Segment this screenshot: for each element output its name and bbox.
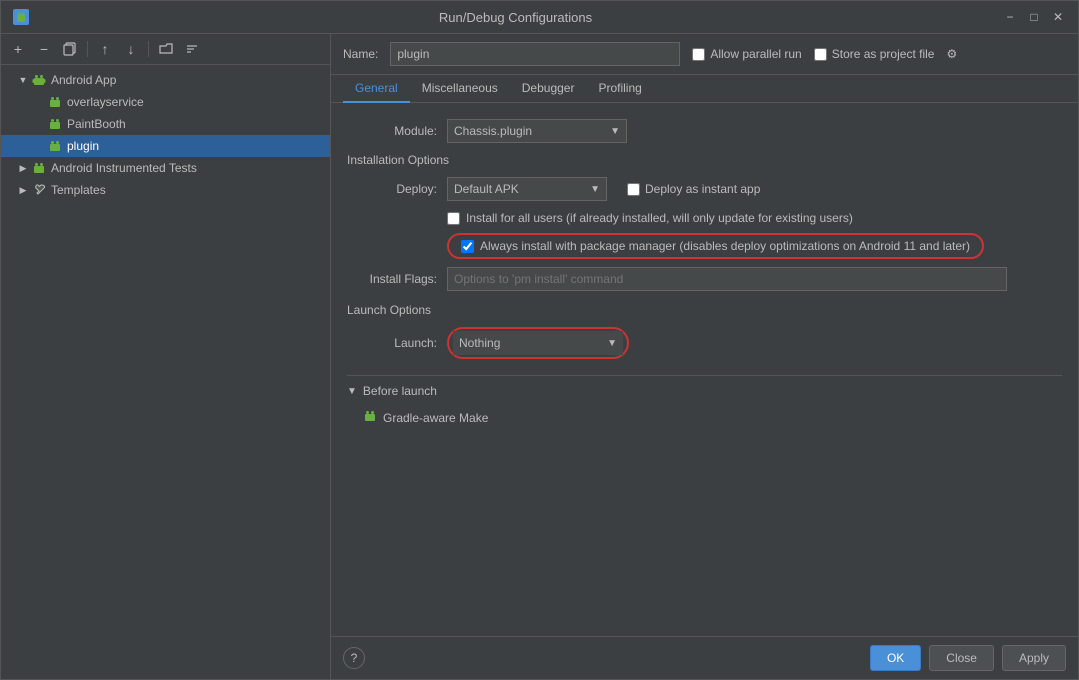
title-bar: Run/Debug Configurations − □ ✕ — [1, 1, 1078, 34]
launch-dropdown[interactable]: Nothing ▼ — [453, 331, 623, 355]
minimize-button[interactable]: − — [1002, 9, 1018, 25]
gradle-aware-make-label: Gradle-aware Make — [383, 411, 488, 425]
before-launch-header[interactable]: ▼ Before launch — [347, 384, 1062, 398]
move-down-button[interactable]: ↓ — [120, 38, 142, 60]
apply-button[interactable]: Apply — [1002, 645, 1066, 671]
launch-options-header: Launch Options — [347, 303, 1062, 317]
android-icon-tests — [31, 160, 47, 176]
remove-config-button[interactable]: − — [33, 38, 55, 60]
gradle-aware-make-item: Gradle-aware Make — [347, 406, 1062, 429]
tab-profiling[interactable]: Profiling — [586, 75, 653, 103]
sort-button[interactable] — [181, 38, 203, 60]
android-icon-plugin — [47, 138, 63, 154]
run-debug-dialog: Run/Debug Configurations − □ ✕ + − ↑ — [0, 0, 1079, 680]
gear-icon[interactable]: ⚙ — [946, 47, 957, 61]
config-area: Module: Chassis.plugin ▼ Installation Op… — [331, 103, 1078, 636]
deploy-dropdown-value: Default APK — [454, 182, 519, 196]
installation-options-header: Installation Options — [347, 153, 1062, 167]
help-button[interactable]: ? — [343, 647, 365, 669]
android-icon-paint — [47, 116, 63, 132]
before-launch-arrow: ▼ — [347, 386, 357, 397]
sidebar-item-android-app-label: Android App — [51, 73, 116, 87]
deploy-dropdown[interactable]: Default APK ▼ — [447, 177, 607, 201]
sidebar-item-android-app[interactable]: ▼ Android App — [1, 69, 330, 91]
expand-arrow-templates: ▶ — [17, 184, 29, 196]
sidebar-toolbar: + − ↑ ↓ — [1, 34, 330, 65]
deploy-instant-label: Deploy as instant app — [627, 182, 760, 196]
install-flags-row: Install Flags: — [347, 267, 1062, 291]
module-dropdown-arrow: ▼ — [610, 126, 620, 137]
sidebar-item-templates[interactable]: ▶ Templates — [1, 179, 330, 201]
sidebar-tree: ▼ Android App ▶ — [1, 65, 330, 679]
launch-label: Launch: — [347, 336, 437, 350]
module-dropdown-value: Chassis.plugin — [454, 124, 532, 138]
android-icon-overlay — [47, 94, 63, 110]
install-all-users-row: Install for all users (if already instal… — [447, 211, 1062, 225]
sidebar-item-paintbooth-label: PaintBooth — [67, 117, 126, 131]
launch-dropdown-value: Nothing — [459, 336, 500, 350]
install-all-users-label: Install for all users (if already instal… — [466, 211, 853, 225]
bottom-bar: ? OK Close Apply — [331, 636, 1078, 679]
maximize-button[interactable]: □ — [1026, 9, 1042, 25]
sidebar-item-overlayservice[interactable]: ▶ overlayservice — [1, 91, 330, 113]
module-dropdown[interactable]: Chassis.plugin ▼ — [447, 119, 627, 143]
tab-general[interactable]: General — [343, 75, 410, 103]
copy-config-button[interactable] — [59, 38, 81, 60]
sidebar-item-paintbooth[interactable]: ▶ PaintBooth — [1, 113, 330, 135]
before-launch-label: Before launch — [363, 384, 437, 398]
sidebar-item-instrumented-tests[interactable]: ▶ Android Instrumented Tests — [1, 157, 330, 179]
install-all-users-checkbox[interactable] — [447, 212, 460, 225]
sidebar-item-overlayservice-label: overlayservice — [67, 95, 144, 109]
folder-button[interactable] — [155, 38, 177, 60]
deploy-dropdown-arrow: ▼ — [590, 184, 600, 195]
always-install-label: Always install with package manager (dis… — [480, 239, 970, 253]
main-content: + − ↑ ↓ — [1, 34, 1078, 679]
name-field-label: Name: — [343, 47, 378, 61]
close-button[interactable]: ✕ — [1050, 9, 1066, 25]
add-config-button[interactable]: + — [7, 38, 29, 60]
expand-arrow-tests: ▶ — [17, 162, 29, 174]
close-dialog-button[interactable]: Close — [929, 645, 994, 671]
launch-row: Launch: Nothing ▼ — [347, 327, 1062, 359]
install-flags-label: Install Flags: — [347, 272, 437, 286]
always-install-checkbox[interactable] — [461, 240, 474, 253]
sidebar-item-plugin-label: plugin — [67, 139, 99, 153]
always-install-row: Always install with package manager (dis… — [447, 233, 984, 259]
gradle-icon — [363, 409, 377, 426]
title-bar-controls: − □ ✕ — [1002, 9, 1066, 25]
install-flags-input[interactable] — [447, 267, 1007, 291]
tab-miscellaneous[interactable]: Miscellaneous — [410, 75, 510, 103]
deploy-label: Deploy: — [347, 182, 437, 196]
sidebar-item-templates-label: Templates — [51, 183, 106, 197]
app-icon — [13, 9, 29, 25]
toolbar-divider-1 — [87, 41, 88, 57]
toolbar-divider-2 — [148, 41, 149, 57]
launch-dropdown-arrow: ▼ — [607, 338, 617, 349]
sidebar: + − ↑ ↓ — [1, 34, 331, 679]
store-project-label: Store as project file — [814, 47, 935, 61]
name-bar: Name: Allow parallel run Store as projec… — [331, 34, 1078, 75]
right-panel: Name: Allow parallel run Store as projec… — [331, 34, 1078, 679]
dialog-title: Run/Debug Configurations — [29, 10, 1002, 25]
module-row: Module: Chassis.plugin ▼ — [347, 119, 1062, 143]
launch-dropdown-highlight: Nothing ▼ — [447, 327, 629, 359]
allow-parallel-checkbox[interactable] — [692, 48, 705, 61]
config-tabs: General Miscellaneous Debugger Profiling — [331, 75, 1078, 103]
before-launch-section: ▼ Before launch Gradle-aware Make — [347, 375, 1062, 429]
store-project-checkbox[interactable] — [814, 48, 827, 61]
move-up-button[interactable]: ↑ — [94, 38, 116, 60]
sidebar-item-plugin[interactable]: ▶ plugin — [1, 135, 330, 157]
tab-debugger[interactable]: Debugger — [510, 75, 587, 103]
wrench-icon-templates — [31, 182, 47, 198]
sidebar-item-instrumented-label: Android Instrumented Tests — [51, 161, 197, 175]
name-input[interactable] — [390, 42, 680, 66]
deploy-instant-checkbox[interactable] — [627, 183, 640, 196]
ok-button[interactable]: OK — [870, 645, 921, 671]
module-label: Module: — [347, 124, 437, 138]
android-icon — [31, 72, 47, 88]
allow-parallel-label: Allow parallel run — [692, 47, 801, 61]
deploy-row: Deploy: Default APK ▼ Deploy as instant … — [347, 177, 1062, 201]
expand-arrow: ▼ — [17, 74, 29, 86]
